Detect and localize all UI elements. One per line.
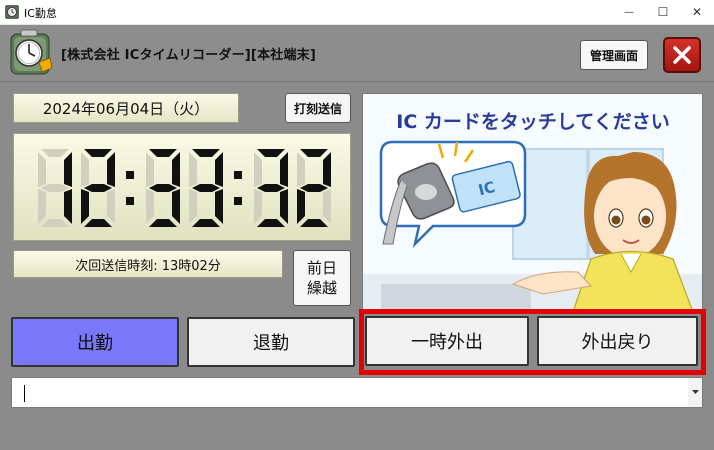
colon-2-dot-1 <box>234 171 242 179</box>
client-area: [株式会社 ICタイムリコーダー][本社端末] 管理画面 2024年06月04日… <box>0 25 714 450</box>
hour-digit-2-segment-e <box>81 189 89 224</box>
previous-day-carryover-button[interactable]: 前日 繰越 <box>293 250 351 306</box>
minute-digit-1-segment-b <box>172 152 180 187</box>
minute-digit-1-segment-d <box>149 219 177 227</box>
minute-digit-2-segment-c <box>215 189 223 224</box>
second-digit-2-segment-a <box>300 149 328 157</box>
temporary-out-button[interactable]: 一時外出 <box>365 316 529 366</box>
colon-1-dot-1 <box>126 171 134 179</box>
second-digit-2-segment-c <box>323 189 331 224</box>
second-digit-1-segment-a <box>257 149 285 157</box>
minute-digit-2-segment-b <box>215 152 223 187</box>
window-close-icon: ✕ <box>691 5 703 19</box>
window-title: IC勤怠 <box>24 7 57 20</box>
admin-screen-button[interactable]: 管理画面 <box>580 40 648 70</box>
minute-digit-1-segment-e <box>146 189 154 224</box>
second-digit-2-segment-f <box>297 152 305 187</box>
card-input-combobox[interactable] <box>11 377 703 408</box>
colon-1-dot-2 <box>126 197 134 205</box>
send-punch-button[interactable]: 打刻送信 <box>285 93 351 123</box>
minute-digit-2-segment-e <box>189 189 197 224</box>
maximize-icon: ☐ <box>657 5 669 19</box>
maximize-button[interactable]: ☐ <box>646 0 680 24</box>
prev-day-label-1: 前日 <box>306 259 337 277</box>
second-digit-2-segment-b <box>323 152 331 187</box>
app-close-button[interactable] <box>663 37 701 73</box>
second-digit-1-segment-d <box>257 219 285 227</box>
company-name: [株式会社 ICタイムリコーダー][本社端末] <box>61 48 317 63</box>
hour-digit-1-segment-f <box>38 152 46 187</box>
clock-out-button[interactable]: 退勤 <box>187 317 355 367</box>
dropdown-arrow-icon <box>691 390 699 394</box>
minute-digit-2-segment-d <box>192 219 220 227</box>
hour-digit-1-segment-a <box>41 149 69 157</box>
minute-digit-1-segment-a <box>149 149 177 157</box>
second-digit-2-segment-e <box>297 189 305 224</box>
hour-digit-1-segment-g <box>41 184 69 192</box>
minute-digit-1-segment-c <box>172 189 180 224</box>
minute-digit-2-segment-f <box>189 152 197 187</box>
minimize-icon: — <box>624 6 634 18</box>
minute-digit-1-segment-f <box>146 152 154 187</box>
minute-digit-2-segment-g <box>192 184 220 192</box>
second-digit-2-segment-g <box>300 184 328 192</box>
second-digit-1-segment-c <box>280 189 288 224</box>
window-titlebar: IC勤怠 — ☐ ✕ <box>0 0 714 25</box>
hour-digit-2-segment-c <box>107 189 115 224</box>
second-digit-1-segment-g <box>257 184 285 192</box>
second-digit-1-segment-b <box>280 152 288 187</box>
hour-digit-1-segment-c <box>64 189 72 224</box>
hour-digit-2-segment-f <box>81 152 89 187</box>
close-x-icon <box>673 46 691 64</box>
window-close-button[interactable]: ✕ <box>680 0 714 24</box>
hour-digit-1-segment-d <box>41 219 69 227</box>
current-date: 2024年06月04日（火） <box>13 93 239 123</box>
hour-digit-2-segment-a <box>84 149 112 157</box>
hour-digit-1-segment-e <box>38 189 46 224</box>
second-digit-2-segment-d <box>300 219 328 227</box>
banner-message: IC カードをタッチしてください <box>396 111 670 133</box>
ic-card-banner: IC カードをタッチしてください IC <box>362 93 703 311</box>
text-caret <box>24 385 25 402</box>
return-from-out-button[interactable]: 外出戻り <box>537 316 698 366</box>
hour-digit-2-segment-d <box>84 219 112 227</box>
minute-digit-1-segment-g <box>149 184 177 192</box>
second-digit-1-segment-e <box>254 189 262 224</box>
clock-logo-icon <box>10 29 53 75</box>
digital-clock <box>13 133 351 241</box>
hour-digit-2-segment-g <box>84 184 112 192</box>
minimize-button[interactable]: — <box>612 0 646 24</box>
hour-digit-1-segment-b <box>64 152 72 187</box>
header-bar: [株式会社 ICタイムリコーダー][本社端末] 管理画面 <box>0 25 714 82</box>
clock-display <box>38 149 331 227</box>
clock-in-button[interactable]: 出勤 <box>11 317 179 367</box>
prev-day-label-2: 繰越 <box>306 279 337 297</box>
next-send-time: 次回送信時刻: 13時02分 <box>13 250 283 278</box>
hour-digit-2-segment-b <box>107 152 115 187</box>
ic-card-illustration: IC カードをタッチしてください IC <box>363 94 702 310</box>
second-digit-1-segment-f <box>254 152 262 187</box>
clock-app-icon <box>5 5 19 19</box>
minute-digit-2-segment-a <box>192 149 220 157</box>
dropdown-arrow-button[interactable] <box>688 378 702 407</box>
colon-2-dot-2 <box>234 197 242 205</box>
